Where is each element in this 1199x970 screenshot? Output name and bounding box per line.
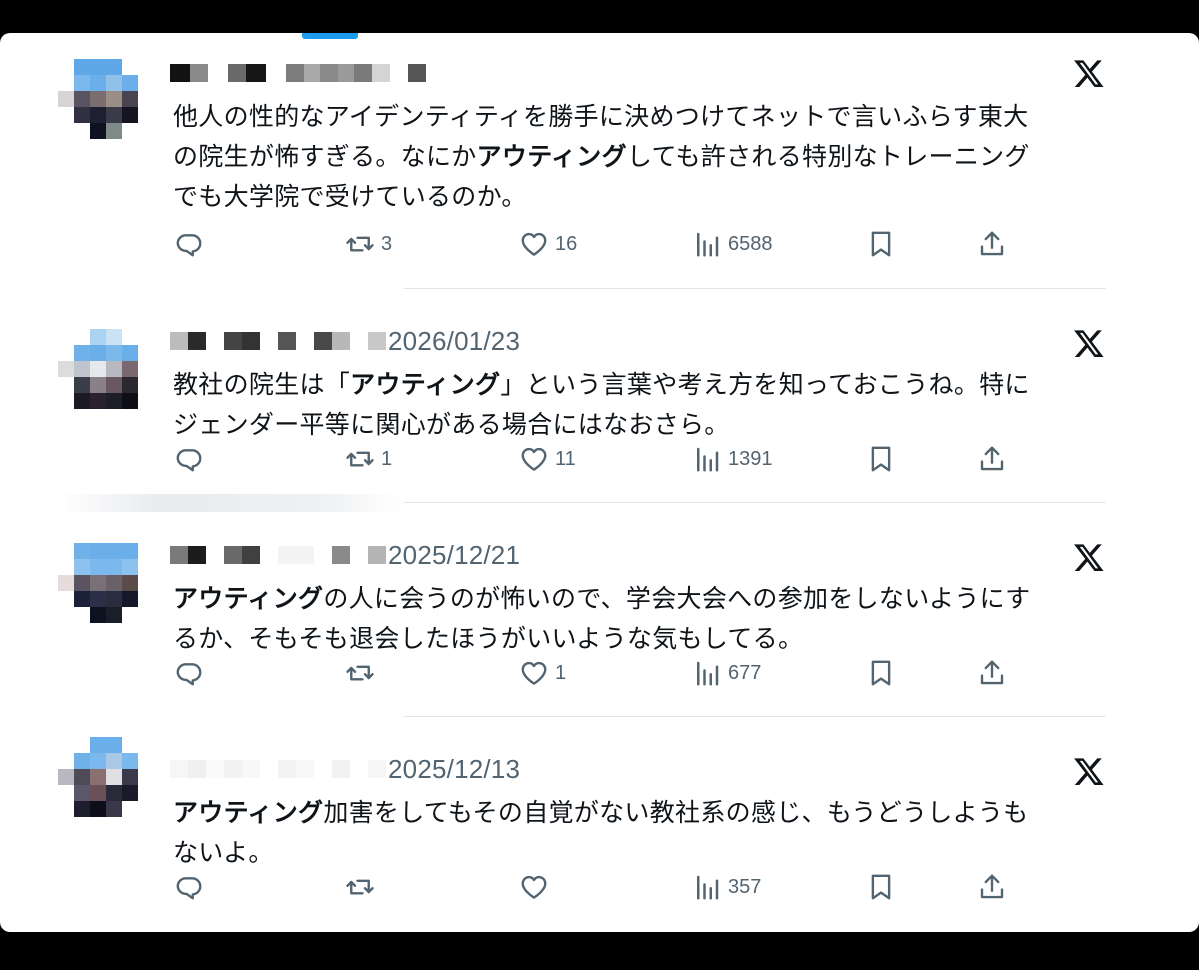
share-button[interactable] [977, 655, 1007, 691]
like-button[interactable] [519, 869, 555, 905]
tweet-actions: 357 [0, 869, 1199, 905]
heart-icon [521, 447, 547, 471]
tweet-divider [404, 502, 1106, 503]
tweet-list-panel: 他人の性的なアイデンティティを勝手に決めつけてネットで言いふらす東大 の院生が怖… [0, 33, 1199, 932]
heart-icon [521, 875, 547, 899]
retweet-button[interactable]: 1 [345, 441, 392, 477]
views-count: 1391 [728, 447, 773, 470]
tweet-actions: 1 677 [0, 655, 1199, 691]
views-icon [697, 661, 719, 686]
bookmark-button[interactable] [866, 869, 896, 905]
retweet-button[interactable] [345, 655, 381, 691]
reply-icon [176, 449, 202, 472]
tweet-divider [404, 716, 1106, 717]
tweet-text-bold: アウティング [173, 584, 324, 613]
like-button[interactable]: 11 [519, 441, 576, 477]
share-button[interactable] [977, 226, 1007, 262]
like-count: 11 [555, 447, 576, 470]
tweet-date[interactable]: 2026/01/23 [388, 326, 520, 357]
views-icon [697, 875, 719, 900]
blurred-username[interactable] [170, 332, 386, 350]
tweet-text: 他人の性的なアイデンティティを勝手に決めつけてネットで言いふらす東大 の院生が怖… [173, 97, 1113, 217]
bookmark-button[interactable] [866, 655, 896, 691]
share-icon [980, 874, 1004, 899]
views-button[interactable]: 1391 [692, 441, 773, 477]
tweet-text: アウティング加害をしてもその自覚がない教社系の感じ、もうどうしようも ないよ。 [173, 793, 1113, 873]
reply-button[interactable] [174, 441, 204, 477]
retweet-icon [346, 451, 374, 467]
bookmark-icon [871, 446, 891, 472]
tweet-header [170, 59, 428, 87]
views-icon [697, 232, 719, 257]
heart-icon [521, 232, 547, 256]
x-logo-icon [1074, 544, 1104, 571]
retweet-icon [346, 236, 374, 252]
tweet-header: 2025/12/13 [170, 754, 520, 785]
retweet-button[interactable] [345, 869, 381, 905]
like-count: 16 [555, 232, 578, 255]
tweet-text: アウティングの人に会うのが怖いので、学会大会への参加をしないようにす るか、そも… [173, 579, 1113, 659]
retweet-count: 3 [381, 232, 393, 255]
reply-button[interactable] [174, 655, 204, 691]
bookmark-button[interactable] [866, 441, 896, 477]
views-count: 357 [728, 875, 762, 898]
tweet-text: 教社の院生は「アウティング」という言葉や考え方を知っておこうね。特に ジェンダー… [173, 365, 1113, 445]
share-button[interactable] [977, 441, 1007, 477]
tweet-date[interactable]: 2025/12/13 [388, 754, 520, 785]
bookmark-icon [871, 231, 891, 257]
bookmark-icon [871, 874, 891, 900]
views-icon [697, 447, 719, 472]
retweet-icon [346, 665, 374, 681]
retweet-icon [346, 879, 374, 895]
avatar[interactable] [58, 737, 154, 833]
reply-icon [176, 877, 202, 900]
blurred-overlay [58, 494, 403, 512]
share-icon [980, 446, 1004, 471]
blurred-username[interactable] [170, 760, 386, 778]
bookmark-button[interactable] [866, 226, 896, 262]
blurred-username[interactable] [170, 546, 386, 564]
like-count: 1 [555, 661, 567, 684]
tweet-divider [404, 288, 1106, 289]
blurred-username[interactable] [170, 64, 426, 82]
tweet-text-bold: アウティング [476, 142, 627, 171]
reply-icon [176, 234, 202, 257]
tweet-date[interactable]: 2025/12/21 [388, 540, 520, 571]
share-button[interactable] [977, 869, 1007, 905]
like-button[interactable]: 16 [519, 226, 577, 262]
views-count: 6588 [728, 232, 773, 255]
tweet-text-bold: アウティング [350, 370, 501, 399]
bookmark-icon [871, 660, 891, 686]
tweet-text-bold: アウティング [173, 798, 324, 827]
views-count: 677 [728, 661, 762, 684]
x-logo-icon [1074, 60, 1104, 87]
tweet-header: 2026/01/23 [170, 326, 520, 357]
like-button[interactable]: 1 [519, 655, 566, 691]
avatar[interactable] [58, 329, 154, 425]
x-logo-icon [1074, 758, 1104, 785]
active-tab-indicator [302, 33, 358, 39]
tweet-actions: 1 11 1391 [0, 441, 1199, 477]
share-icon [980, 660, 1004, 685]
views-button[interactable]: 357 [692, 869, 761, 905]
retweet-button[interactable]: 3 [345, 226, 392, 262]
share-icon [980, 231, 1004, 256]
heart-icon [521, 661, 547, 685]
reply-button[interactable] [174, 226, 204, 262]
reply-icon [176, 663, 202, 686]
views-button[interactable]: 6588 [692, 226, 773, 262]
avatar[interactable] [58, 543, 154, 639]
reply-button[interactable] [174, 869, 204, 905]
tweet-actions: 3 16 6588 [0, 226, 1199, 262]
tweet-text-segment: 教社の院生は「 [173, 370, 351, 399]
views-button[interactable]: 677 [692, 655, 761, 691]
avatar[interactable] [58, 59, 154, 155]
tweet-header: 2025/12/21 [170, 540, 520, 571]
x-logo-icon [1074, 330, 1104, 357]
retweet-count: 1 [381, 447, 393, 470]
